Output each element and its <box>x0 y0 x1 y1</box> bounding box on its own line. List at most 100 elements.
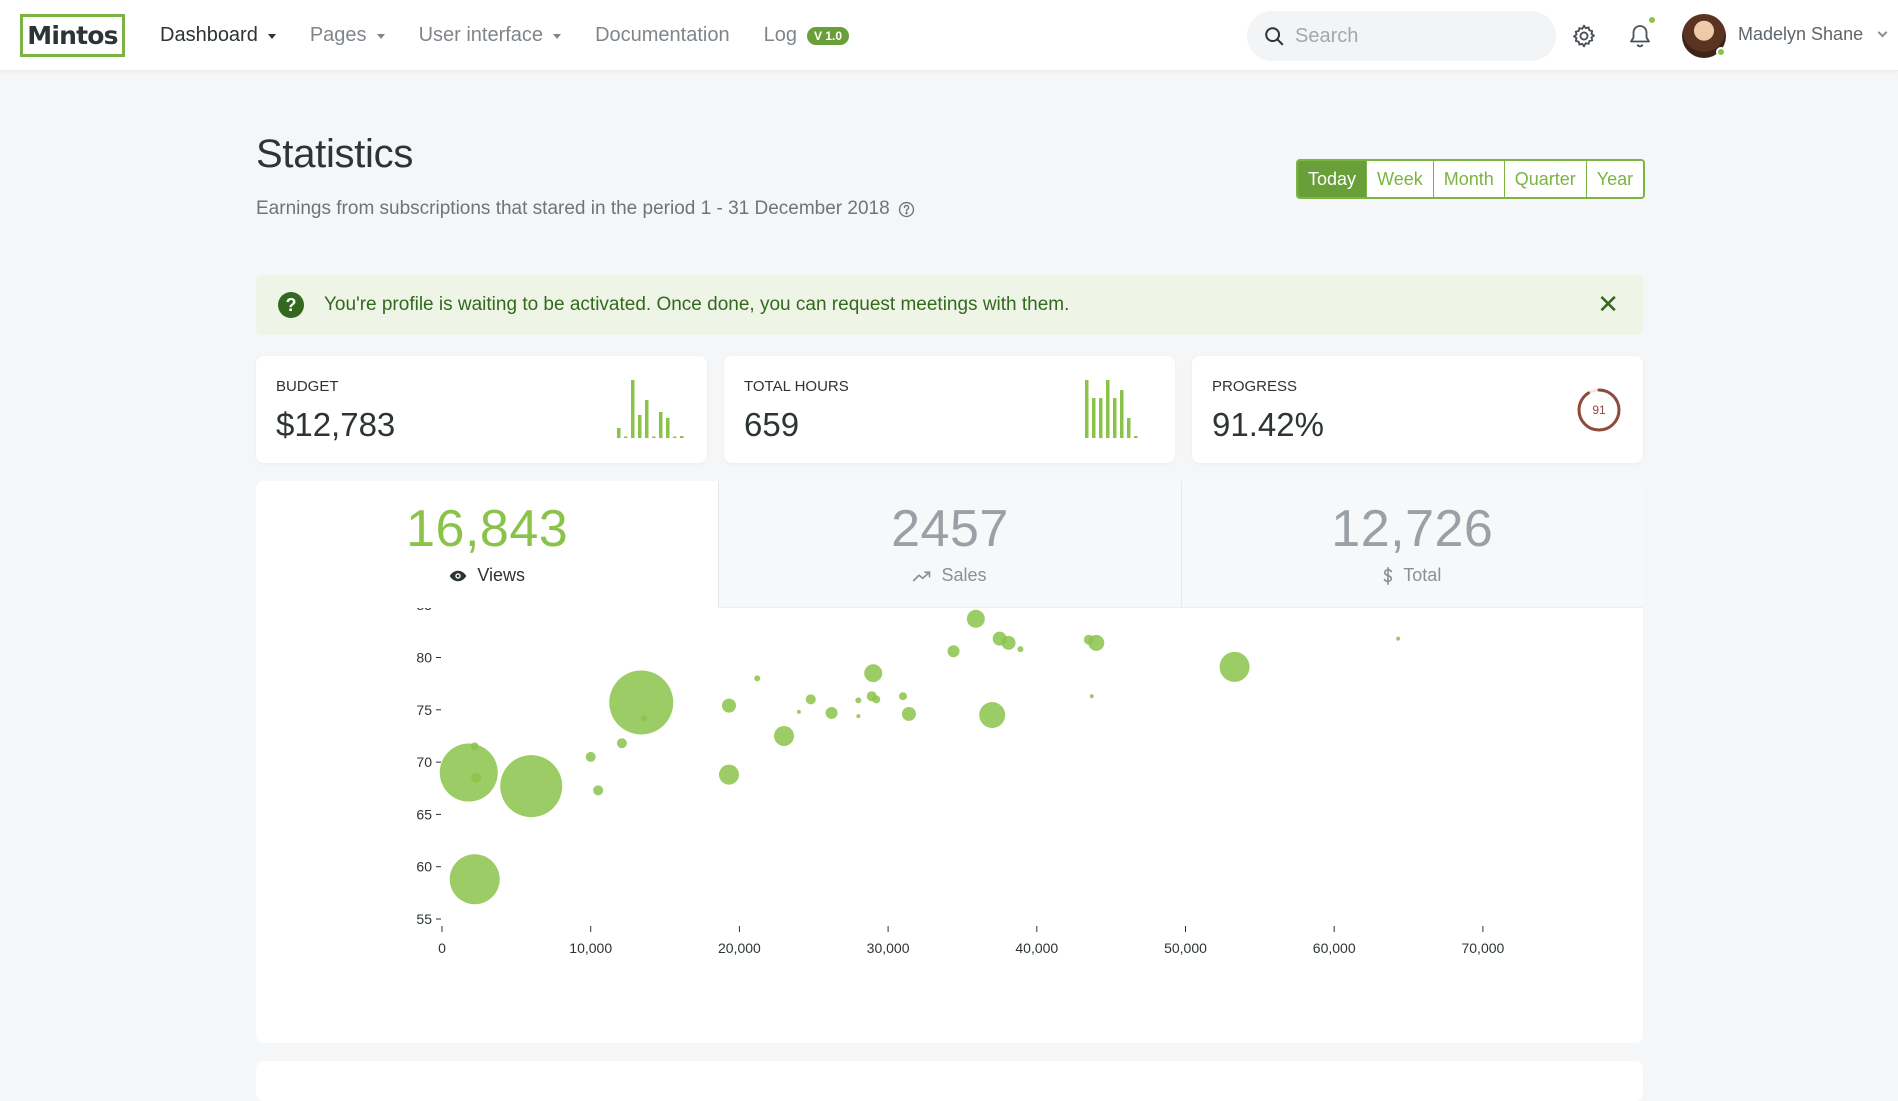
total-value: 12,726 <box>1331 500 1494 558</box>
nav-dashboard-label: Dashboard <box>160 24 258 46</box>
progress-card: Progress 91.42% 91 <box>1192 356 1643 463</box>
x-tick-label: 70,000 <box>1461 940 1504 956</box>
caret-down-icon <box>553 34 562 39</box>
help-circle-icon[interactable] <box>898 201 915 218</box>
nav-user-interface-label: User interface <box>418 24 544 46</box>
user-menu[interactable]: Madelyn Shane <box>1738 24 1888 45</box>
x-tick-label: 50,000 <box>1164 940 1207 956</box>
settings-button[interactable] <box>1570 22 1598 50</box>
page-subtitle-text: Earnings from subscriptions that stared … <box>256 198 890 219</box>
notifications-button[interactable] <box>1626 15 1657 50</box>
bubble-point[interactable] <box>593 785 604 796</box>
period-week-button[interactable]: Week <box>1366 161 1433 197</box>
progress-label: Progress <box>1212 378 1298 395</box>
bubble-point[interactable] <box>774 725 795 746</box>
search-input[interactable] <box>1295 24 1535 48</box>
alert-close-button[interactable]: ✕ <box>1597 291 1619 317</box>
sales-label: Sales <box>913 565 987 586</box>
y-tick-label: 75 <box>416 702 432 718</box>
user-name: Madelyn Shane <box>1738 24 1864 44</box>
x-tick-label: 40,000 <box>1015 940 1058 956</box>
tab-sales[interactable]: 2457 Sales <box>718 481 1181 608</box>
total-label-text: Total <box>1403 565 1442 585</box>
budget-sparkline <box>617 380 684 438</box>
bubble-point[interactable] <box>864 664 883 683</box>
bubble-point[interactable] <box>718 764 739 785</box>
question-icon: ? <box>278 292 304 318</box>
bubble-point[interactable] <box>754 675 761 682</box>
search-box[interactable] <box>1247 11 1556 61</box>
bubble-point[interactable] <box>449 854 500 905</box>
period-year-button[interactable]: Year <box>1585 161 1644 197</box>
page-subtitle: Earnings from subscriptions that stared … <box>256 198 915 220</box>
bubble-point[interactable] <box>471 772 482 783</box>
spark-bar <box>652 436 656 438</box>
bubble-point[interactable] <box>641 715 648 722</box>
bubble-point[interactable] <box>898 692 907 701</box>
bubble-point[interactable] <box>805 694 816 705</box>
spark-bar <box>1127 418 1131 438</box>
bubble-point[interactable] <box>609 670 674 735</box>
total-hours-sparkline <box>1085 380 1138 438</box>
bubble-point[interactable] <box>500 755 563 818</box>
bubble-point[interactable] <box>1017 646 1024 653</box>
sales-value: 2457 <box>891 500 1009 558</box>
views-label: Views <box>449 565 525 586</box>
y-tick-label: 60 <box>416 859 432 875</box>
tab-views[interactable]: 16,843 Views <box>256 481 719 608</box>
dollar-icon <box>1383 566 1393 585</box>
budget-label: Budget <box>276 378 339 395</box>
bubble-point[interactable] <box>856 714 861 719</box>
caret-down-icon <box>267 34 276 39</box>
spark-bar <box>1134 436 1138 438</box>
bubble-point[interactable] <box>825 706 838 719</box>
spark-bar <box>659 412 663 438</box>
bubble-point[interactable] <box>1088 634 1105 651</box>
views-label-text: Views <box>477 565 526 585</box>
y-tick-label: 80 <box>416 650 432 666</box>
bubble-point[interactable] <box>721 698 736 713</box>
tab-total[interactable]: 12,726 Total <box>1180 481 1643 608</box>
bubble-point[interactable] <box>470 742 479 751</box>
avatar[interactable] <box>1682 14 1726 58</box>
period-quarter-button[interactable]: Quarter <box>1503 161 1586 197</box>
nav-dashboard[interactable]: Dashboard <box>160 24 276 47</box>
spark-bar <box>1106 380 1110 438</box>
bubble-point[interactable] <box>1219 651 1250 682</box>
eye-icon <box>450 570 467 581</box>
nav-log[interactable]: Log V 1.0 <box>764 24 849 47</box>
budget-card: Budget $12,783 <box>256 356 707 463</box>
x-tick-label: 30,000 <box>867 940 910 956</box>
budget-value: $12,783 <box>276 406 396 443</box>
online-status-dot <box>1716 47 1726 57</box>
bubble-point[interactable] <box>796 709 801 714</box>
nav-user-interface[interactable]: User interface <box>419 24 562 47</box>
bubble-point[interactable] <box>872 695 881 704</box>
total-hours-card: Total hours 659 <box>724 356 1175 463</box>
bubble-point[interactable] <box>855 697 862 704</box>
nav-pages[interactable]: Pages <box>310 24 385 47</box>
period-month-button[interactable]: Month <box>1432 161 1504 197</box>
spark-bar <box>1120 390 1124 438</box>
stats-panel: 16,843 Views 2457 Sales 12,726 Total 55 6… <box>256 481 1643 1043</box>
bubble-point[interactable] <box>979 702 1006 729</box>
period-today-button[interactable]: Today <box>1298 161 1367 197</box>
bubble-point[interactable] <box>616 738 627 749</box>
bubble-point[interactable] <box>947 645 960 658</box>
search-icon <box>1265 27 1284 46</box>
bubble-point[interactable] <box>966 609 985 628</box>
spark-bar <box>645 400 649 438</box>
bell-icon <box>1630 25 1650 48</box>
bubble-point[interactable] <box>1001 635 1016 650</box>
bubble-point[interactable] <box>585 751 596 762</box>
logo[interactable]: Mintos <box>20 14 125 57</box>
nav-documentation[interactable]: Documentation <box>595 24 730 47</box>
nav-log-label: Log <box>763 24 797 46</box>
x-tick-label: 20,000 <box>718 940 761 956</box>
bubble-point[interactable] <box>1089 694 1094 699</box>
bubble-point[interactable] <box>901 706 916 721</box>
gear-icon <box>1573 24 1595 48</box>
progress-ring-value: 91 <box>1592 403 1606 417</box>
bubble-point[interactable] <box>439 743 498 802</box>
bubble-point[interactable] <box>1396 636 1401 641</box>
